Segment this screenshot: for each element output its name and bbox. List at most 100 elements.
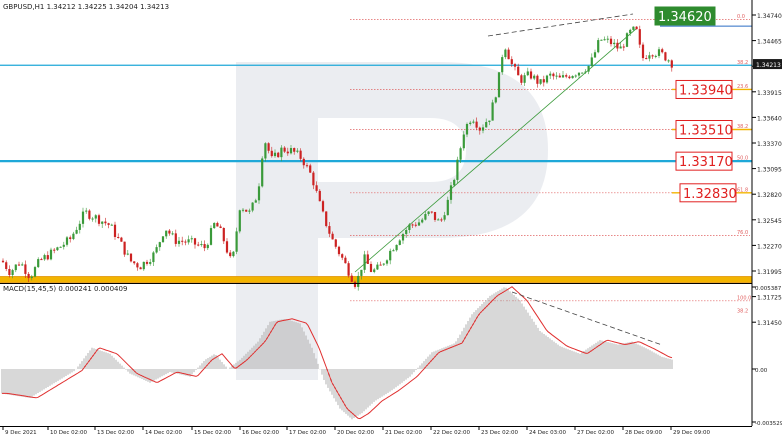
bull-candle <box>289 148 293 154</box>
bull-candle <box>85 210 88 212</box>
bear-candle <box>216 222 219 227</box>
bull-candle <box>158 242 161 248</box>
time-tick-label: 9 Dec 2021 <box>5 430 37 436</box>
bull-candle <box>101 221 104 224</box>
bull-candle <box>629 29 632 34</box>
bear-candle <box>123 241 126 255</box>
bear-candle <box>321 201 325 212</box>
bear-candle <box>104 221 107 224</box>
macd-histogram <box>1 287 673 420</box>
bear-candle <box>46 255 49 260</box>
level-box-label-top: 1.34620 <box>658 10 712 25</box>
bear-candle <box>433 211 437 220</box>
current-price-label: 1.34213 <box>756 62 781 69</box>
bull-candle <box>408 224 411 231</box>
time-tick-label: 27 Dec 02:00 <box>577 430 614 436</box>
bull-candle <box>209 228 213 245</box>
bull-candle <box>549 73 552 76</box>
bull-candle <box>257 186 261 201</box>
bull-candle <box>235 231 238 252</box>
price-tick-label: 1.31725 <box>757 295 782 302</box>
time-tick-label: 22 Dec 02:00 <box>433 430 470 436</box>
price-tick-label: 1.34465 <box>757 39 782 46</box>
bear-candle <box>136 263 139 268</box>
bull-candle <box>613 42 616 45</box>
price-panel: 0.023.638.250.061.876.0100.038.238.2 1.3… <box>0 3 782 327</box>
bull-candle <box>421 219 424 223</box>
bear-candle <box>197 244 200 246</box>
bear-candle <box>558 75 561 78</box>
bull-candle <box>37 259 40 268</box>
bear-candle <box>645 58 648 60</box>
bear-candle <box>5 262 8 270</box>
bull-candle <box>504 49 507 58</box>
bull-candle <box>56 247 59 251</box>
bear-candle <box>353 281 357 287</box>
bear-candle <box>145 261 149 264</box>
bear-candle <box>277 152 280 158</box>
bear-candle <box>184 241 187 243</box>
price-tick-label: 1.32545 <box>757 218 782 225</box>
bull-candle <box>648 55 651 59</box>
bear-candle <box>283 147 286 152</box>
bull-candle <box>453 179 456 186</box>
bear-candle <box>1 260 5 263</box>
bear-candle <box>328 226 331 234</box>
bull-candle <box>571 76 574 79</box>
macd-tick-label: 0.005387 <box>755 286 782 292</box>
bear-candle <box>635 26 638 30</box>
bear-candle <box>117 236 120 238</box>
bear-candle <box>168 230 171 234</box>
bull-candle <box>561 75 565 78</box>
bull-candle <box>177 240 181 244</box>
bear-candle <box>641 44 645 59</box>
bear-candle <box>517 66 520 76</box>
fib-level-label: 0.0 <box>737 14 745 20</box>
bull-candle <box>78 223 81 230</box>
bear-candle <box>174 233 177 244</box>
bull-candle <box>110 224 113 226</box>
bull-candle <box>597 40 600 53</box>
bull-candle <box>491 102 494 121</box>
bull-candle <box>459 148 462 160</box>
bull-candle <box>574 75 577 77</box>
bull-candle <box>21 264 24 266</box>
bear-candle <box>507 49 510 60</box>
bear-candle <box>513 64 517 67</box>
bear-candle <box>411 224 414 226</box>
bull-candle <box>94 215 97 219</box>
bear-candle <box>664 52 667 61</box>
time-tick-label: 10 Dec 02:00 <box>50 430 87 436</box>
bull-candle <box>465 124 469 135</box>
bull-candle <box>593 52 597 58</box>
time-tick-label: 24 Dec 03:00 <box>529 430 566 436</box>
bull-candle <box>126 253 129 255</box>
bull-candle <box>398 240 401 245</box>
bear-candle <box>305 165 309 167</box>
bear-candle <box>181 240 184 242</box>
time-tick-label: 20 Dec 02:00 <box>337 430 374 436</box>
bear-candle <box>203 244 206 249</box>
bull-candle <box>526 71 529 76</box>
bull-candle <box>523 75 526 83</box>
bear-candle <box>129 253 133 262</box>
bear-candle <box>17 264 21 266</box>
level-box-label-l1: 1.33940 <box>679 83 733 98</box>
bull-candle <box>190 238 193 240</box>
bull-candle <box>30 276 33 279</box>
bull-candle <box>485 122 488 128</box>
bear-candle <box>229 252 232 257</box>
price-tick-label: 1.31995 <box>757 269 782 276</box>
price-tick-label: 1.31450 <box>757 320 782 327</box>
bear-candle <box>565 75 568 77</box>
bear-candle <box>267 143 270 151</box>
bull-candle <box>91 218 94 220</box>
fib-level-label: 38.2 <box>737 308 748 314</box>
bull-candle <box>49 249 53 260</box>
bear-candle <box>53 249 56 251</box>
bull-candle <box>584 71 587 73</box>
macd-axis: 0.005387 0.00 -0.003529 <box>752 286 782 427</box>
bull-candle <box>65 237 69 245</box>
bull-candle <box>251 202 254 211</box>
bear-candle <box>478 127 481 131</box>
